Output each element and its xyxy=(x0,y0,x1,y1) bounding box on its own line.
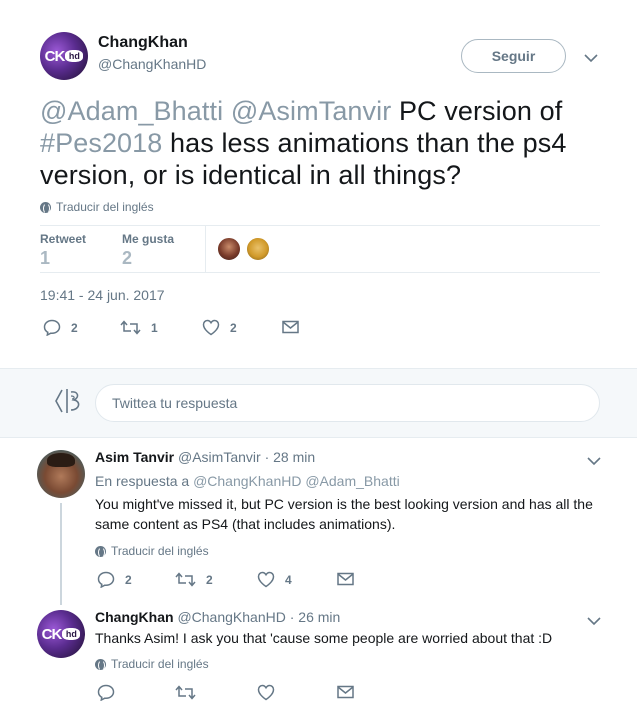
reply-author-avatar[interactable]: CK hd xyxy=(37,610,85,658)
globe-icon xyxy=(40,201,51,214)
tweet-text-line-1: @Adam_Bhatti @AsimTanvir PC version of xyxy=(40,95,620,127)
tweet-text-line-3: version, or is identical in all things? xyxy=(40,160,462,190)
reply-to-handles[interactable]: @ChangKhanHD @Adam_Bhatti xyxy=(193,473,400,489)
user-avatar-icon[interactable] xyxy=(54,386,86,421)
retweet-icon xyxy=(120,320,141,335)
reply-author-handle[interactable]: @ChangKhanHD xyxy=(177,609,285,625)
divider xyxy=(40,225,600,226)
ck-logo-text: CK xyxy=(41,625,63,643)
like-action[interactable]: 2 xyxy=(202,319,237,336)
retweet-action[interactable]: 1 xyxy=(120,319,158,336)
tweet-text: @Adam_Bhatti @AsimTanvir PC version of #… xyxy=(40,95,620,191)
envelope-icon xyxy=(337,685,354,699)
reply-icon xyxy=(43,319,61,336)
heart-icon xyxy=(257,571,275,588)
reply-text: You might've missed it, but PC version i… xyxy=(95,494,615,534)
like-count: 2 xyxy=(230,320,237,335)
retweet-action[interactable] xyxy=(175,684,196,701)
globe-icon xyxy=(95,545,106,558)
translate-label: Traducir del inglés xyxy=(111,544,209,558)
tweet-text-segment: PC version of xyxy=(391,96,563,126)
reply-author-name[interactable]: Asim Tanvir xyxy=(95,449,174,465)
reply-time[interactable]: 26 min xyxy=(298,609,340,625)
reply-action[interactable]: 2 xyxy=(43,319,78,336)
ck-logo-text: CK xyxy=(44,47,66,65)
retweet-stat[interactable]: Retweet 1 xyxy=(40,232,86,269)
separator: · xyxy=(289,609,295,625)
retweet-icon xyxy=(175,572,196,587)
ck-logo: CK hd xyxy=(45,48,84,65)
retweet-stat-count: 1 xyxy=(40,248,51,268)
liker-avatar[interactable] xyxy=(246,237,270,261)
likes-stat[interactable]: Me gusta 2 xyxy=(122,232,174,269)
reply-input[interactable]: Twittea tu respuesta xyxy=(95,384,600,422)
chevron-down-icon[interactable] xyxy=(587,453,601,471)
reply-text-line-2: same content as PS4 (that includes anima… xyxy=(95,516,396,532)
tweet-text-line-2: #Pes2018 has less animations than the ps… xyxy=(40,127,620,159)
reply-context: En respuesta a @ChangKhanHD @Adam_Bhatti xyxy=(95,473,400,489)
direct-message-action[interactable] xyxy=(337,572,354,586)
thread-connector xyxy=(60,503,62,605)
follow-button[interactable]: Seguir xyxy=(461,39,566,73)
heart-icon xyxy=(202,319,220,336)
reply-count: 2 xyxy=(71,320,78,335)
envelope-icon xyxy=(337,572,354,586)
reply-text: Thanks Asim! I ask you that 'cause some … xyxy=(95,628,615,648)
direct-message-action[interactable] xyxy=(337,685,354,699)
reply-to-prefix: En respuesta a xyxy=(95,473,190,489)
likes-stat-label: Me gusta xyxy=(122,232,175,246)
mention-link[interactable]: @AsimTanvir xyxy=(231,96,392,126)
tweet-timestamp[interactable]: 19:41 - 24 jun. 2017 xyxy=(40,287,165,303)
retweet-action[interactable]: 2 xyxy=(175,571,213,588)
globe-icon xyxy=(95,658,106,671)
like-action[interactable]: 4 xyxy=(257,571,292,588)
reply-icon xyxy=(97,684,115,701)
reply-placeholder: Twittea tu respuesta xyxy=(112,395,238,411)
hd-logo-badge: hd xyxy=(65,50,84,62)
tweet-text-segment: has less animations than the ps4 xyxy=(162,128,567,158)
reply-author-name[interactable]: ChangKhan xyxy=(95,609,174,625)
mention-link[interactable]: @Adam_Bhatti xyxy=(40,96,223,126)
translate-link[interactable]: Traducir del inglés xyxy=(95,544,209,558)
reply-action[interactable]: 2 xyxy=(97,571,132,588)
reply-count: 2 xyxy=(125,572,132,587)
likes-stat-count: 2 xyxy=(122,248,133,268)
translate-label: Traducir del inglés xyxy=(111,657,209,671)
translate-link[interactable]: Traducir del inglés xyxy=(40,200,154,214)
translate-link[interactable]: Traducir del inglés xyxy=(95,657,209,671)
hair-shape xyxy=(47,453,75,467)
reply-header: Asim Tanvir @AsimTanvir · 28 min xyxy=(95,449,315,465)
divider xyxy=(40,272,600,273)
separator: · xyxy=(264,449,270,465)
like-count: 4 xyxy=(285,572,292,587)
reply-text-line-1: You might've missed it, but PC version i… xyxy=(95,496,593,512)
envelope-icon xyxy=(282,320,299,334)
retweet-stat-label: Retweet xyxy=(40,232,87,246)
author-avatar[interactable]: CK hd xyxy=(40,32,88,80)
retweet-count: 1 xyxy=(151,320,158,335)
liker-avatar[interactable] xyxy=(217,237,241,261)
reply-icon xyxy=(97,571,115,588)
hd-logo-badge: hd xyxy=(62,628,81,640)
author-name[interactable]: ChangKhan xyxy=(98,34,188,52)
hashtag-link[interactable]: #Pes2018 xyxy=(40,128,162,158)
direct-message-action[interactable] xyxy=(282,320,299,334)
reply-text-line-1: Thanks Asim! I ask you that 'cause some … xyxy=(95,630,553,646)
author-handle[interactable]: @ChangKhanHD xyxy=(98,56,206,72)
reply-author-handle[interactable]: @AsimTanvir xyxy=(178,449,261,465)
reply-action[interactable] xyxy=(97,684,115,701)
reply-header: ChangKhan @ChangKhanHD · 26 min xyxy=(95,609,340,625)
divider xyxy=(205,226,206,272)
translate-label: Traducir del inglés xyxy=(56,200,154,214)
heart-icon xyxy=(257,684,275,701)
like-action[interactable] xyxy=(257,684,275,701)
reply-author-avatar[interactable] xyxy=(37,450,85,498)
reply-time[interactable]: 28 min xyxy=(273,449,315,465)
ck-logo: CK hd xyxy=(42,626,81,643)
retweet-icon xyxy=(175,685,196,700)
chevron-down-icon[interactable] xyxy=(584,50,598,68)
retweet-count: 2 xyxy=(206,572,213,587)
